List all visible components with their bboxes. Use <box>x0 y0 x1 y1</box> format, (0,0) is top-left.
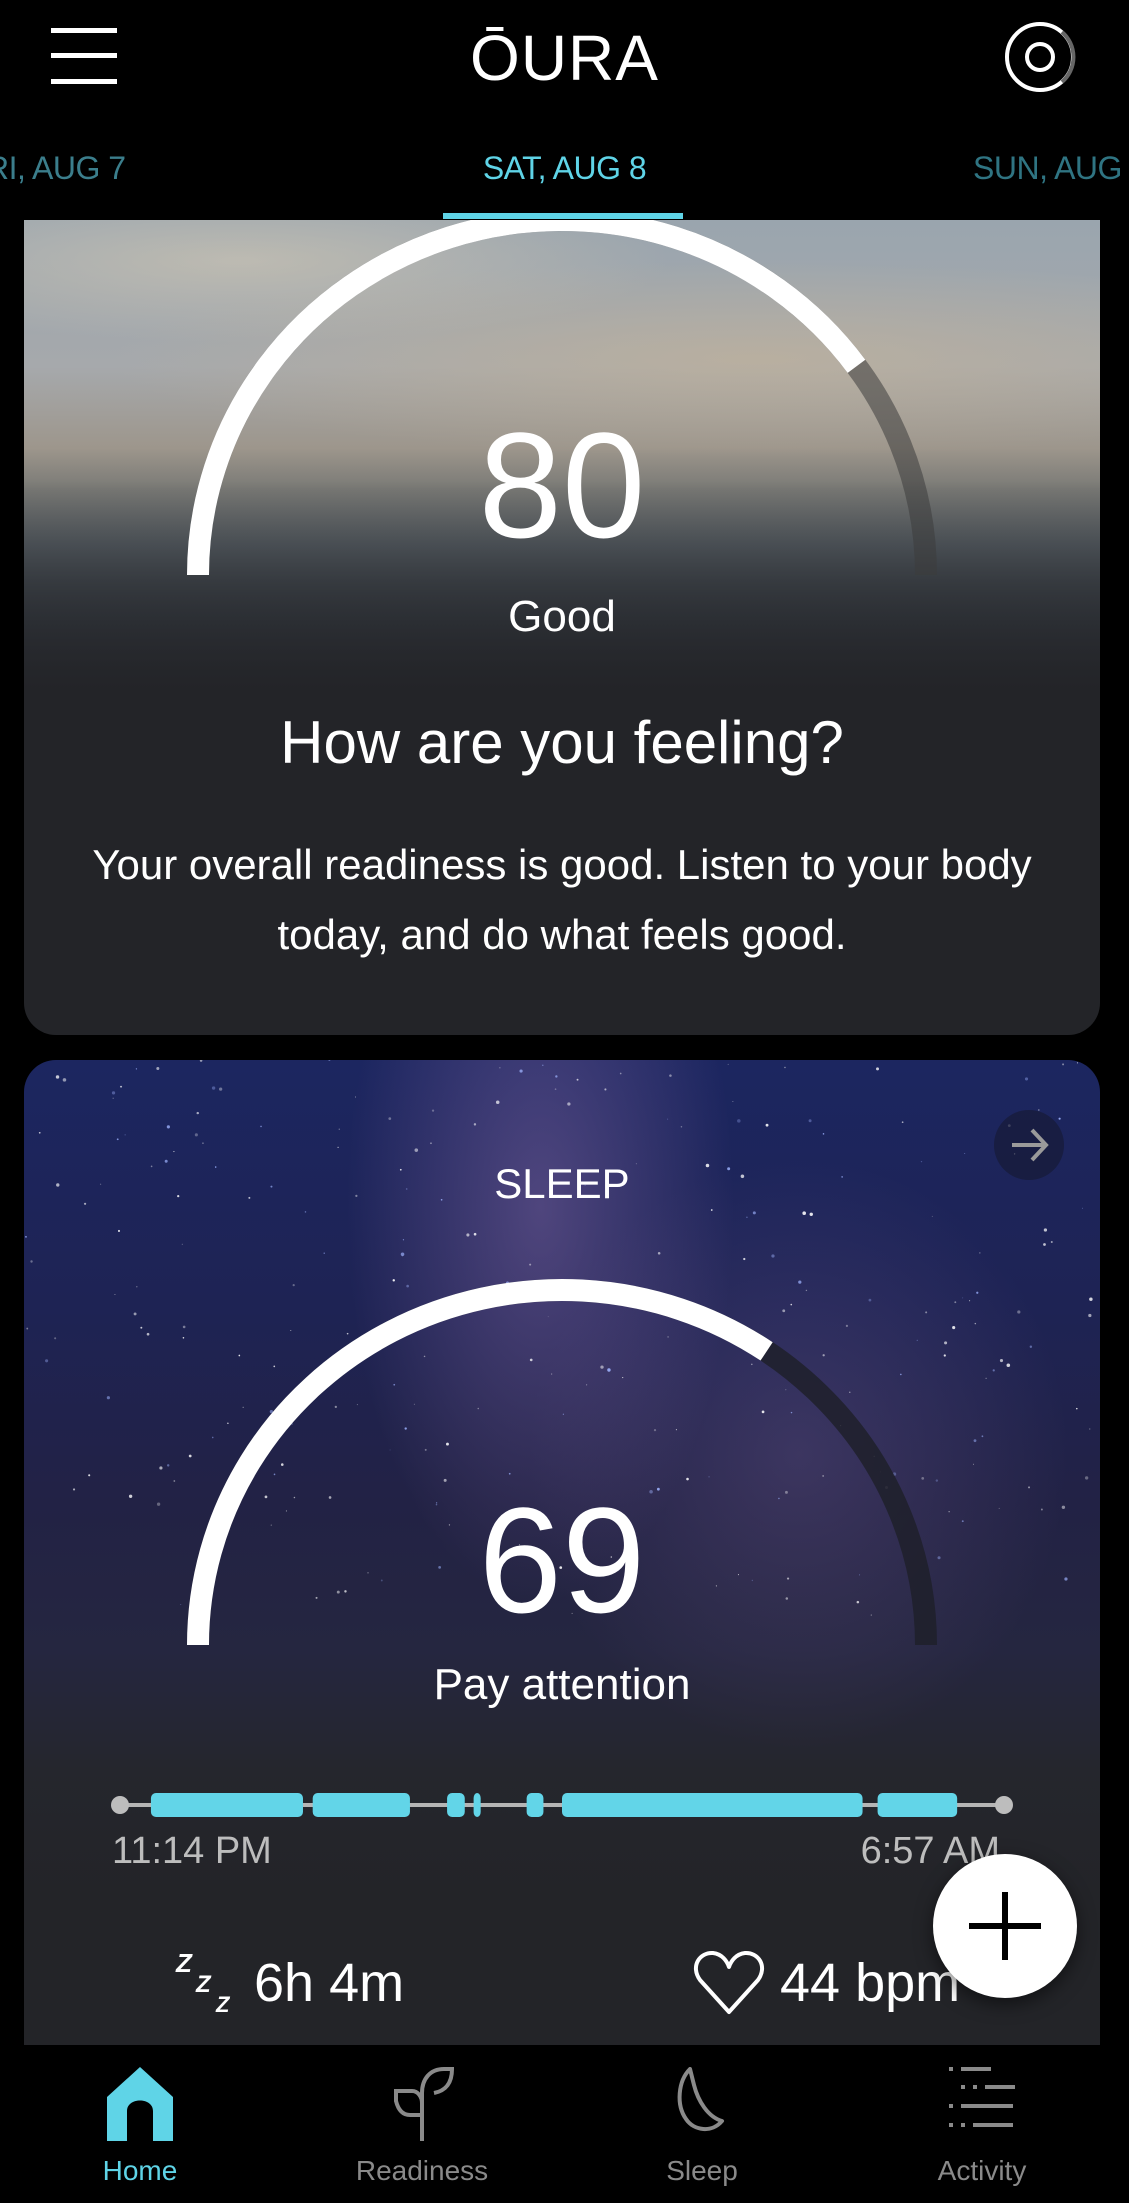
bedtime-start: 11:14 PM <box>112 1830 272 1872</box>
plus-icon <box>969 1892 1041 1960</box>
hypnogram-segment <box>877 1793 958 1817</box>
date-tab-current[interactable]: SAT, AUG 8 <box>0 150 1129 187</box>
sleep-label: Pay attention <box>433 1660 691 1709</box>
add-button[interactable] <box>933 1854 1077 1998</box>
svg-text:Z: Z <box>215 1992 231 2016</box>
hypnogram-segment <box>312 1793 410 1817</box>
nav-item-home[interactable]: Home <box>40 2045 240 2203</box>
readiness-label: Good <box>508 592 616 641</box>
hypnogram-segment <box>150 1793 303 1817</box>
bottom-navigation: Home Readiness Sleep Activity <box>0 2045 1129 2203</box>
hypnogram-start-dot <box>111 1796 129 1814</box>
hypnogram-segment <box>526 1793 544 1817</box>
hypnogram-segment <box>473 1793 481 1817</box>
moon-icon <box>677 2067 724 2131</box>
hypnogram-end-dot <box>995 1796 1013 1814</box>
active-date-indicator <box>443 213 683 219</box>
nav-label-home: Home <box>102 2155 178 2186</box>
app-header: ŌURA <box>0 0 1129 115</box>
nav-item-readiness[interactable]: Readiness <box>322 2045 522 2203</box>
sleep-duration: 6h 4m <box>254 1953 405 2013</box>
activity-list-icon <box>949 2067 1015 2127</box>
sleep-hypnogram <box>111 1793 1013 1817</box>
date-tab-next[interactable]: SUN, AUG <box>973 150 1122 187</box>
readiness-title: How are you feeling? <box>280 709 844 776</box>
date-selector: RI, AUG 7 SAT, AUG 8 SUN, AUG <box>0 115 1129 220</box>
svg-text:Z: Z <box>175 1950 193 1978</box>
zzz-icon: Z Z Z <box>175 1950 231 2016</box>
nav-label-activity: Activity <box>937 2155 1027 2186</box>
readiness-score: 80 <box>478 401 646 569</box>
nav-label-sleep: Sleep <box>666 2155 738 2186</box>
ring-icon[interactable] <box>1004 20 1076 94</box>
sleep-duration-stat: Z Z Z 6h 4m <box>174 1950 404 2016</box>
heart-rate-stat: 44 bpm <box>692 1950 960 2016</box>
nav-item-sleep[interactable]: Sleep <box>602 2045 802 2203</box>
readiness-message: Your overall readiness is good. Listen t… <box>92 841 1032 958</box>
home-icon <box>107 2067 173 2141</box>
nav-item-activity[interactable]: Activity <box>882 2045 1082 2203</box>
readiness-card[interactable]: 80 Good How are you feeling? Your overal… <box>24 220 1100 1035</box>
oura-logo: ŌURA <box>470 22 659 94</box>
hypnogram-segment <box>562 1793 863 1817</box>
sleep-score: 69 <box>478 1476 646 1644</box>
svg-text:Z: Z <box>195 1971 212 1998</box>
sprout-icon <box>394 2067 455 2141</box>
nav-label-readiness: Readiness <box>355 2155 489 2186</box>
heart-icon <box>693 1951 765 2014</box>
hypnogram-segment <box>447 1793 465 1817</box>
